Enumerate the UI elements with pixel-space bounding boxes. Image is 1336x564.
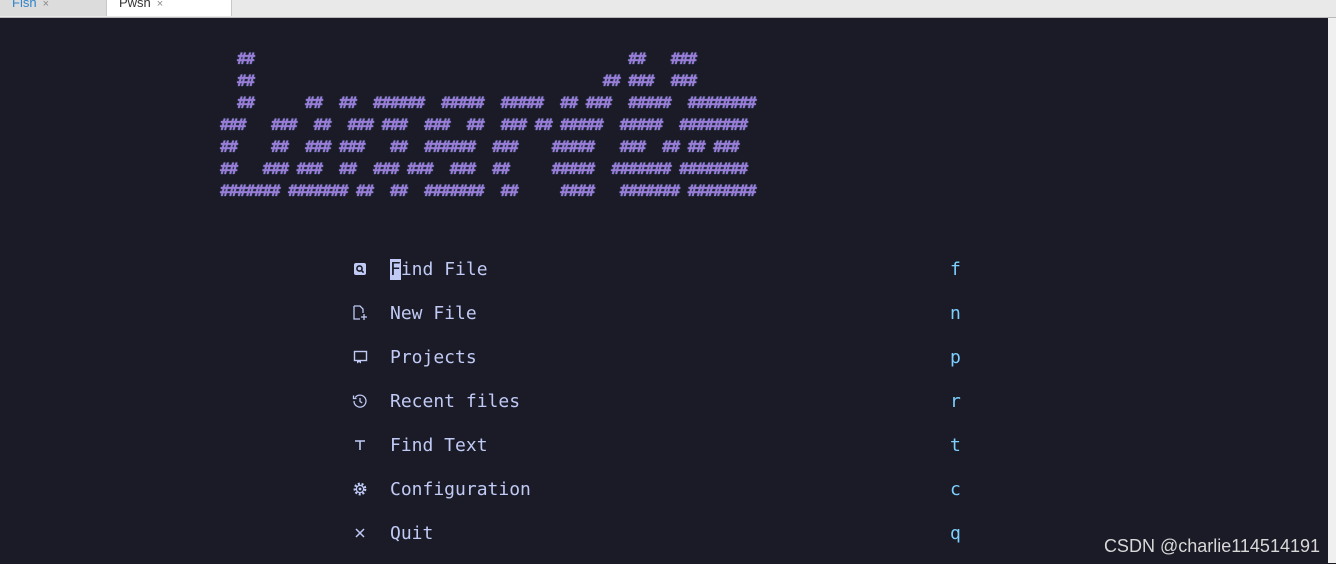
lunarvim-logo: ## ## ### ## ## ### ### ## ## ## ###### … bbox=[220, 49, 757, 200]
csdn-watermark: CSDN @charlie114514191 bbox=[1103, 536, 1320, 556]
menu-shortcut-key: p bbox=[950, 347, 961, 368]
menu-item-new-file[interactable]: New File n bbox=[350, 300, 990, 344]
menu-item-quit[interactable]: Quit q bbox=[350, 520, 990, 564]
menu-label: Find File bbox=[390, 258, 488, 282]
history-icon bbox=[350, 391, 370, 411]
close-icon bbox=[350, 523, 370, 543]
new-file-icon bbox=[350, 303, 370, 323]
tab-label: Fish bbox=[12, 0, 37, 10]
menu-label: Find Text bbox=[390, 435, 488, 456]
menu-item-projects[interactable]: Projects p bbox=[350, 344, 990, 388]
tab-close-icon[interactable]: × bbox=[43, 0, 49, 10]
tab-bar: Fish × Pwsh × bbox=[0, 0, 1336, 18]
window-edge bbox=[1328, 18, 1336, 563]
menu-label-rest: ind File bbox=[400, 259, 488, 280]
menu-label: Configuration bbox=[390, 479, 531, 500]
menu-shortcut-key: r bbox=[950, 391, 961, 412]
text-icon bbox=[350, 435, 370, 455]
menu-item-find-file[interactable]: Find File f bbox=[350, 256, 990, 300]
menu-label: Projects bbox=[390, 347, 477, 368]
projects-icon bbox=[350, 347, 370, 367]
tab-fish[interactable]: Fish × bbox=[0, 0, 106, 16]
menu-label: New File bbox=[390, 303, 477, 324]
menu-item-recent-files[interactable]: Recent files r bbox=[350, 388, 990, 432]
search-file-icon bbox=[350, 259, 370, 279]
menu-shortcut-key: q bbox=[950, 523, 961, 544]
menu-item-find-text[interactable]: Find Text t bbox=[350, 432, 990, 476]
menu-item-configuration[interactable]: Configuration c bbox=[350, 476, 990, 520]
tab-label: Pwsh bbox=[119, 0, 151, 10]
text-cursor: F bbox=[390, 259, 401, 280]
gear-icon bbox=[350, 479, 370, 499]
menu-label: Quit bbox=[390, 523, 434, 544]
tab-pwsh[interactable]: Pwsh × bbox=[106, 0, 232, 16]
menu-shortcut-key: f bbox=[950, 259, 961, 280]
menu-shortcut-key: c bbox=[950, 479, 961, 500]
menu-label: Recent files bbox=[390, 391, 521, 412]
menu-shortcut-key: n bbox=[950, 303, 961, 324]
tab-close-icon[interactable]: × bbox=[157, 0, 163, 10]
menu-shortcut-key: t bbox=[950, 435, 961, 456]
dashboard-menu: Find File f New File n Projects p Recent… bbox=[350, 256, 990, 564]
